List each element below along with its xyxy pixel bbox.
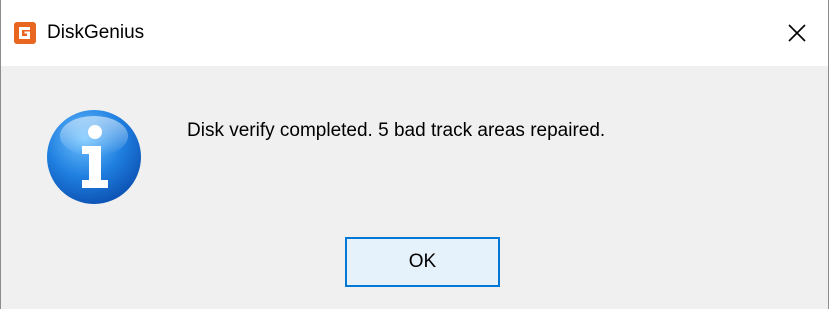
window-title: DiskGenius	[47, 22, 145, 43]
close-button[interactable]	[766, 0, 828, 66]
diskgenius-logo-icon	[14, 22, 36, 44]
title-bar[interactable]: DiskGenius	[1, 0, 828, 66]
close-icon	[788, 24, 806, 42]
information-icon	[47, 110, 141, 204]
ok-button[interactable]: OK	[345, 237, 500, 287]
dialog-message: Disk verify completed. 5 bad track areas…	[187, 120, 606, 141]
dialog-window: DiskGenius Disk verify completed. 5 bad …	[0, 0, 829, 309]
dialog-body: Disk verify completed. 5 bad track areas…	[1, 66, 828, 309]
